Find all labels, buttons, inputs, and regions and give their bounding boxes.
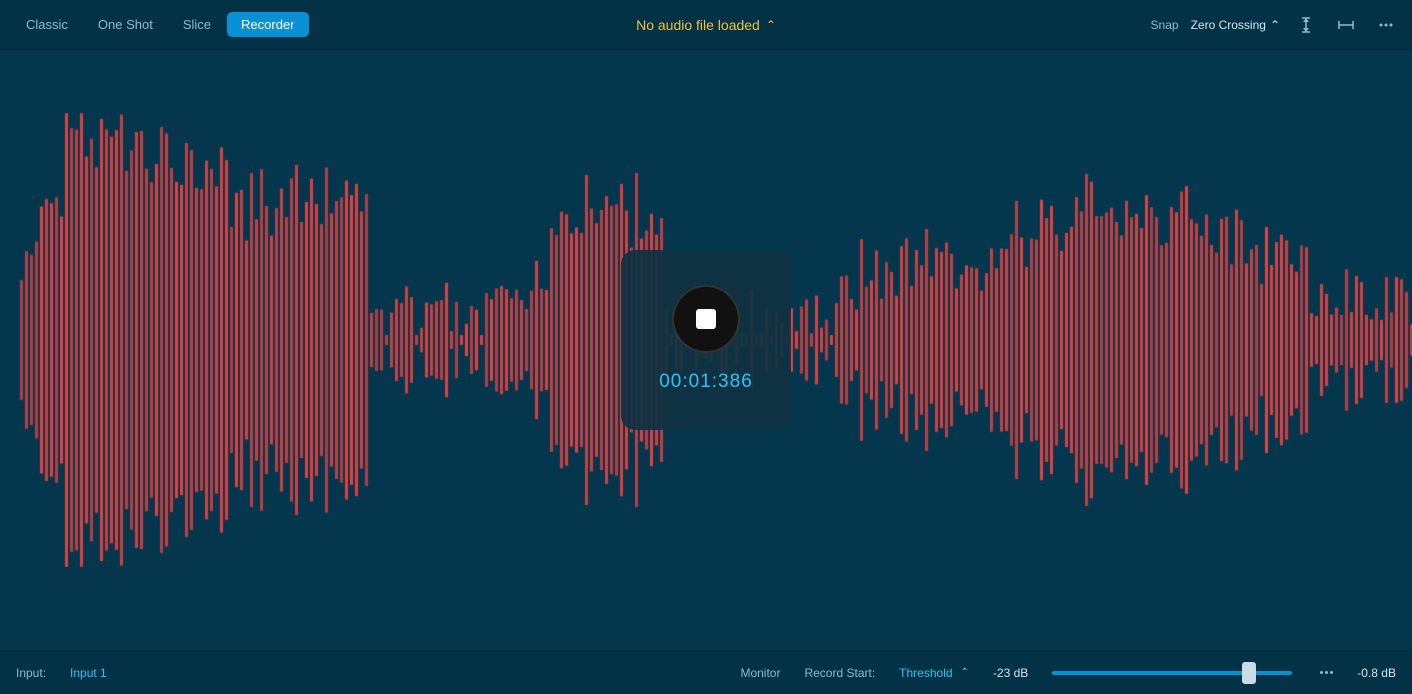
slider-thumb[interactable] [1242, 662, 1256, 684]
record-overlay: 00:01:386 [621, 250, 791, 430]
tab-group: Classic One Shot Slice Recorder [12, 12, 309, 37]
dot-2 [1325, 671, 1328, 674]
dot-3 [1330, 671, 1333, 674]
file-status-text: No audio file loaded [636, 17, 760, 33]
slider-dots [1320, 671, 1333, 674]
threshold-group: Threshold ⌃ [899, 666, 969, 680]
top-bar: Classic One Shot Slice Recorder No audio… [0, 0, 1412, 50]
snap-chevron-icon: ⌃ [1270, 18, 1280, 32]
snap-value: Zero Crossing [1191, 18, 1266, 32]
input-value[interactable]: Input 1 [70, 666, 107, 680]
more-options-button[interactable] [1372, 11, 1400, 39]
stop-icon [696, 309, 716, 329]
bottom-bar: Input: Input 1 Monitor Record Start: Thr… [0, 650, 1412, 694]
right-controls: Snap Zero Crossing ⌃ [1151, 11, 1400, 39]
db-right-value: -0.8 dB [1357, 666, 1396, 680]
fit-height-button[interactable] [1292, 11, 1320, 39]
tab-one-shot[interactable]: One Shot [84, 12, 167, 37]
dot-1 [1320, 671, 1323, 674]
input-label: Input: [16, 666, 46, 680]
file-status-chevron: ⌃ [766, 18, 776, 32]
tab-slice[interactable]: Slice [169, 12, 225, 37]
stop-button[interactable] [674, 287, 738, 351]
record-timer: 00:01:386 [659, 371, 753, 393]
threshold-chevron-icon: ⌃ [961, 667, 969, 678]
snap-label: Snap [1151, 18, 1179, 32]
file-status[interactable]: No audio file loaded ⌃ [636, 17, 776, 33]
fit-width-button[interactable] [1332, 11, 1360, 39]
monitor-label: Monitor [740, 666, 780, 680]
tab-recorder[interactable]: Recorder [227, 12, 308, 37]
waveform-area: 00:01:386 [0, 50, 1412, 630]
tab-classic[interactable]: Classic [12, 12, 82, 37]
record-start-value[interactable]: Threshold [899, 666, 952, 680]
record-start-label: Record Start: [804, 666, 875, 680]
db-left-value: -23 dB [993, 666, 1028, 680]
threshold-slider[interactable] [1052, 671, 1292, 675]
snap-dropdown[interactable]: Zero Crossing ⌃ [1191, 18, 1280, 32]
